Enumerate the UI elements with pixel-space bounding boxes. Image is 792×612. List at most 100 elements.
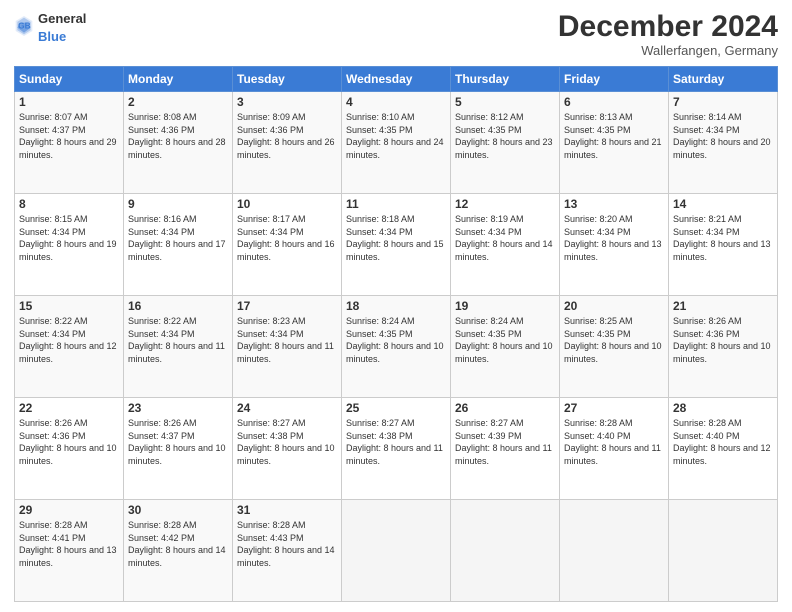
calendar-cell: 20 Sunrise: 8:25 AM Sunset: 4:35 PM Dayl… bbox=[560, 296, 669, 398]
calendar-cell: 23 Sunrise: 8:26 AM Sunset: 4:37 PM Dayl… bbox=[124, 398, 233, 500]
day-header-friday: Friday bbox=[560, 67, 669, 92]
calendar-cell: 15 Sunrise: 8:22 AM Sunset: 4:34 PM Dayl… bbox=[15, 296, 124, 398]
day-number: 4 bbox=[346, 95, 446, 109]
day-info: Sunrise: 8:23 AM Sunset: 4:34 PM Dayligh… bbox=[237, 315, 337, 365]
day-info: Sunrise: 8:24 AM Sunset: 4:35 PM Dayligh… bbox=[346, 315, 446, 365]
day-info: Sunrise: 8:08 AM Sunset: 4:36 PM Dayligh… bbox=[128, 111, 228, 161]
day-number: 20 bbox=[564, 299, 664, 313]
day-number: 31 bbox=[237, 503, 337, 517]
day-number: 18 bbox=[346, 299, 446, 313]
day-number: 15 bbox=[19, 299, 119, 313]
day-info: Sunrise: 8:22 AM Sunset: 4:34 PM Dayligh… bbox=[128, 315, 228, 365]
calendar: SundayMondayTuesdayWednesdayThursdayFrid… bbox=[14, 66, 778, 602]
day-info: Sunrise: 8:20 AM Sunset: 4:34 PM Dayligh… bbox=[564, 213, 664, 263]
calendar-cell: 27 Sunrise: 8:28 AM Sunset: 4:40 PM Dayl… bbox=[560, 398, 669, 500]
day-number: 2 bbox=[128, 95, 228, 109]
day-number: 30 bbox=[128, 503, 228, 517]
day-info: Sunrise: 8:26 AM Sunset: 4:36 PM Dayligh… bbox=[19, 417, 119, 467]
calendar-cell: 12 Sunrise: 8:19 AM Sunset: 4:34 PM Dayl… bbox=[451, 194, 560, 296]
calendar-cell: 17 Sunrise: 8:23 AM Sunset: 4:34 PM Dayl… bbox=[233, 296, 342, 398]
header: GB General Blue December 2024 Wallerfang… bbox=[14, 10, 778, 58]
location: Wallerfangen, Germany bbox=[558, 43, 778, 58]
day-info: Sunrise: 8:28 AM Sunset: 4:43 PM Dayligh… bbox=[237, 519, 337, 569]
calendar-cell: 5 Sunrise: 8:12 AM Sunset: 4:35 PM Dayli… bbox=[451, 92, 560, 194]
day-info: Sunrise: 8:12 AM Sunset: 4:35 PM Dayligh… bbox=[455, 111, 555, 161]
calendar-cell: 6 Sunrise: 8:13 AM Sunset: 4:35 PM Dayli… bbox=[560, 92, 669, 194]
day-number: 28 bbox=[673, 401, 773, 415]
day-info: Sunrise: 8:24 AM Sunset: 4:35 PM Dayligh… bbox=[455, 315, 555, 365]
calendar-cell: 16 Sunrise: 8:22 AM Sunset: 4:34 PM Dayl… bbox=[124, 296, 233, 398]
day-info: Sunrise: 8:15 AM Sunset: 4:34 PM Dayligh… bbox=[19, 213, 119, 263]
calendar-cell: 3 Sunrise: 8:09 AM Sunset: 4:36 PM Dayli… bbox=[233, 92, 342, 194]
calendar-cell: 1 Sunrise: 8:07 AM Sunset: 4:37 PM Dayli… bbox=[15, 92, 124, 194]
calendar-cell: 7 Sunrise: 8:14 AM Sunset: 4:34 PM Dayli… bbox=[669, 92, 778, 194]
day-info: Sunrise: 8:17 AM Sunset: 4:34 PM Dayligh… bbox=[237, 213, 337, 263]
calendar-cell: 21 Sunrise: 8:26 AM Sunset: 4:36 PM Dayl… bbox=[669, 296, 778, 398]
day-number: 29 bbox=[19, 503, 119, 517]
day-header-sunday: Sunday bbox=[15, 67, 124, 92]
day-info: Sunrise: 8:22 AM Sunset: 4:34 PM Dayligh… bbox=[19, 315, 119, 365]
calendar-cell bbox=[342, 500, 451, 602]
day-number: 16 bbox=[128, 299, 228, 313]
day-info: Sunrise: 8:28 AM Sunset: 4:40 PM Dayligh… bbox=[673, 417, 773, 467]
day-number: 8 bbox=[19, 197, 119, 211]
day-info: Sunrise: 8:28 AM Sunset: 4:42 PM Dayligh… bbox=[128, 519, 228, 569]
day-info: Sunrise: 8:13 AM Sunset: 4:35 PM Dayligh… bbox=[564, 111, 664, 161]
day-header-monday: Monday bbox=[124, 67, 233, 92]
calendar-cell: 10 Sunrise: 8:17 AM Sunset: 4:34 PM Dayl… bbox=[233, 194, 342, 296]
logo-general: General Blue bbox=[38, 10, 86, 46]
calendar-cell: 28 Sunrise: 8:28 AM Sunset: 4:40 PM Dayl… bbox=[669, 398, 778, 500]
calendar-cell: 14 Sunrise: 8:21 AM Sunset: 4:34 PM Dayl… bbox=[669, 194, 778, 296]
calendar-cell: 26 Sunrise: 8:27 AM Sunset: 4:39 PM Dayl… bbox=[451, 398, 560, 500]
calendar-cell: 8 Sunrise: 8:15 AM Sunset: 4:34 PM Dayli… bbox=[15, 194, 124, 296]
day-number: 9 bbox=[128, 197, 228, 211]
day-info: Sunrise: 8:27 AM Sunset: 4:38 PM Dayligh… bbox=[346, 417, 446, 467]
calendar-cell: 19 Sunrise: 8:24 AM Sunset: 4:35 PM Dayl… bbox=[451, 296, 560, 398]
day-number: 19 bbox=[455, 299, 555, 313]
calendar-cell: 11 Sunrise: 8:18 AM Sunset: 4:34 PM Dayl… bbox=[342, 194, 451, 296]
title-section: December 2024 Wallerfangen, Germany bbox=[558, 10, 778, 58]
day-number: 21 bbox=[673, 299, 773, 313]
calendar-cell: 4 Sunrise: 8:10 AM Sunset: 4:35 PM Dayli… bbox=[342, 92, 451, 194]
day-number: 27 bbox=[564, 401, 664, 415]
day-number: 12 bbox=[455, 197, 555, 211]
day-number: 13 bbox=[564, 197, 664, 211]
day-info: Sunrise: 8:27 AM Sunset: 4:39 PM Dayligh… bbox=[455, 417, 555, 467]
day-info: Sunrise: 8:21 AM Sunset: 4:34 PM Dayligh… bbox=[673, 213, 773, 263]
day-info: Sunrise: 8:07 AM Sunset: 4:37 PM Dayligh… bbox=[19, 111, 119, 161]
day-number: 11 bbox=[346, 197, 446, 211]
calendar-cell: 29 Sunrise: 8:28 AM Sunset: 4:41 PM Dayl… bbox=[15, 500, 124, 602]
day-header-saturday: Saturday bbox=[669, 67, 778, 92]
day-number: 6 bbox=[564, 95, 664, 109]
calendar-cell: 9 Sunrise: 8:16 AM Sunset: 4:34 PM Dayli… bbox=[124, 194, 233, 296]
calendar-cell bbox=[560, 500, 669, 602]
day-number: 7 bbox=[673, 95, 773, 109]
day-number: 25 bbox=[346, 401, 446, 415]
month-title: December 2024 bbox=[558, 10, 778, 43]
day-info: Sunrise: 8:09 AM Sunset: 4:36 PM Dayligh… bbox=[237, 111, 337, 161]
calendar-cell: 31 Sunrise: 8:28 AM Sunset: 4:43 PM Dayl… bbox=[233, 500, 342, 602]
day-number: 24 bbox=[237, 401, 337, 415]
calendar-cell: 30 Sunrise: 8:28 AM Sunset: 4:42 PM Dayl… bbox=[124, 500, 233, 602]
calendar-cell: 25 Sunrise: 8:27 AM Sunset: 4:38 PM Dayl… bbox=[342, 398, 451, 500]
day-info: Sunrise: 8:28 AM Sunset: 4:40 PM Dayligh… bbox=[564, 417, 664, 467]
day-info: Sunrise: 8:16 AM Sunset: 4:34 PM Dayligh… bbox=[128, 213, 228, 263]
day-info: Sunrise: 8:28 AM Sunset: 4:41 PM Dayligh… bbox=[19, 519, 119, 569]
day-number: 26 bbox=[455, 401, 555, 415]
svg-text:GB: GB bbox=[18, 20, 31, 30]
logo: GB General Blue bbox=[14, 10, 86, 46]
day-number: 1 bbox=[19, 95, 119, 109]
day-number: 17 bbox=[237, 299, 337, 313]
calendar-cell: 24 Sunrise: 8:27 AM Sunset: 4:38 PM Dayl… bbox=[233, 398, 342, 500]
day-info: Sunrise: 8:25 AM Sunset: 4:35 PM Dayligh… bbox=[564, 315, 664, 365]
calendar-cell: 2 Sunrise: 8:08 AM Sunset: 4:36 PM Dayli… bbox=[124, 92, 233, 194]
day-number: 3 bbox=[237, 95, 337, 109]
day-header-wednesday: Wednesday bbox=[342, 67, 451, 92]
day-header-thursday: Thursday bbox=[451, 67, 560, 92]
day-info: Sunrise: 8:18 AM Sunset: 4:34 PM Dayligh… bbox=[346, 213, 446, 263]
calendar-cell: 22 Sunrise: 8:26 AM Sunset: 4:36 PM Dayl… bbox=[15, 398, 124, 500]
day-number: 10 bbox=[237, 197, 337, 211]
day-number: 14 bbox=[673, 197, 773, 211]
day-info: Sunrise: 8:26 AM Sunset: 4:36 PM Dayligh… bbox=[673, 315, 773, 365]
day-number: 23 bbox=[128, 401, 228, 415]
